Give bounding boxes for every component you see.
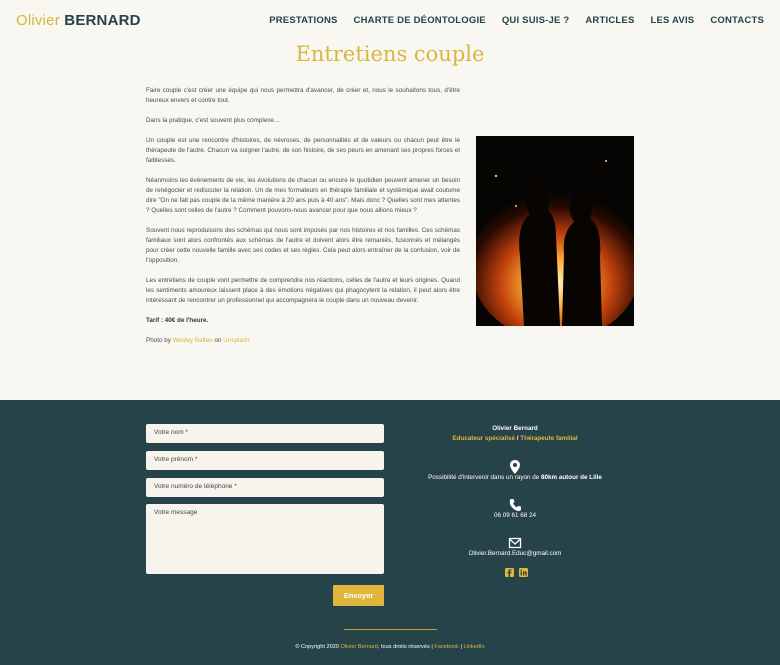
copy-separator: |: [460, 644, 462, 650]
facebook-icon[interactable]: [505, 568, 514, 577]
copy-prefix: © Copyright 2020: [295, 644, 339, 650]
paragraph: Faire couple c'est créer une équipe qui …: [146, 87, 460, 104]
main-nav: PRESTATIONS CHARTE DE DÉONTOLOGIE QUI SU…: [269, 15, 764, 26]
page-title: Entretiens couple: [295, 42, 485, 66]
copy-suffix: , tous droits réservés |: [377, 644, 433, 650]
role-therapeute: Thérapeute familial: [520, 435, 578, 442]
credit-author-link[interactable]: Wesley Balten: [173, 337, 213, 344]
logo-last-name: BERNARD: [64, 12, 141, 29]
contact-email[interactable]: Olivier.Bernard.Educ@gmail.com: [400, 550, 630, 557]
facebook-link[interactable]: Facebook: [434, 644, 459, 650]
map-marker-icon: [510, 460, 520, 474]
copy-name: Olivier Bernard: [340, 644, 378, 650]
area-prefix: Possibilité d'intervenir dans un rayon d…: [428, 474, 540, 481]
contact-area: Possibilité d'intervenir dans un rayon d…: [400, 474, 630, 481]
linkedin-icon[interactable]: [519, 568, 528, 577]
credit-prefix: Photo by: [146, 337, 171, 344]
paragraph: Les entretiens de couple vont permettre …: [146, 277, 460, 304]
paragraph: Dans la pratique, c'est souvent plus com…: [146, 117, 281, 124]
contact-phone[interactable]: 06 09 61 68 24: [400, 512, 630, 519]
nav-articles[interactable]: ARTICLES: [585, 15, 634, 26]
paragraph: Néanmoins les évènements de vie, les évo…: [146, 177, 460, 214]
credit-on: on: [214, 337, 222, 344]
site-logo[interactable]: Olivier BERNARD: [16, 12, 141, 29]
article-body: Faire couple c'est créer une équipe qui …: [146, 86, 460, 356]
role-educateur: Educateur spécialisé: [452, 435, 515, 442]
message-textarea[interactable]: Votre message: [146, 504, 384, 574]
credit-site-link[interactable]: Unsplash: [223, 337, 249, 344]
phone-icon: [509, 499, 521, 511]
copyright: © Copyright 2020 Olivier Bernard, tous d…: [0, 644, 780, 650]
header: Olivier BERNARD PRESTATIONS CHARTE DE DÉ…: [0, 0, 780, 42]
nav-les-avis[interactable]: LES AVIS: [650, 15, 694, 26]
linkedin-link[interactable]: LinkedIn: [464, 644, 485, 650]
role-separator: /: [516, 435, 519, 442]
couple-photo: [476, 136, 634, 326]
footer: Votre nom * Votre prénom * Votre numéro …: [0, 400, 780, 665]
nav-contacts[interactable]: CONTACTS: [710, 15, 764, 26]
paragraph: Un couple est une rencontre d'histoires,…: [146, 137, 460, 164]
logo-first-name: Olivier: [16, 12, 60, 29]
firstname-input[interactable]: Votre prénom *: [146, 451, 384, 470]
price-text: Tarif : 40€ de l'heure.: [146, 317, 209, 324]
name-input[interactable]: Votre nom *: [146, 424, 384, 443]
nav-qui-suis-je[interactable]: QUI SUIS-JE ?: [502, 15, 570, 26]
nav-charte[interactable]: CHARTE DE DÉONTOLOGIE: [354, 15, 486, 26]
footer-divider: [344, 629, 437, 630]
nav-prestations[interactable]: PRESTATIONS: [269, 15, 337, 26]
couple-silhouette-image: [476, 136, 634, 326]
phone-input[interactable]: Votre numéro de téléphone *: [146, 478, 384, 497]
send-button[interactable]: Envoyer: [333, 585, 384, 606]
envelope-icon: [508, 537, 522, 549]
paragraph: Souvent nous reproduisons des schémas qu…: [146, 227, 460, 264]
area-bold: 80km autour de Lille: [540, 474, 602, 481]
contact-roles: Educateur spécialisé / Thérapeute famili…: [400, 435, 630, 442]
photo-credit: Photo by Wesley Balten on Unsplash: [146, 336, 460, 346]
contact-name: Olivier Bernard: [492, 425, 538, 432]
